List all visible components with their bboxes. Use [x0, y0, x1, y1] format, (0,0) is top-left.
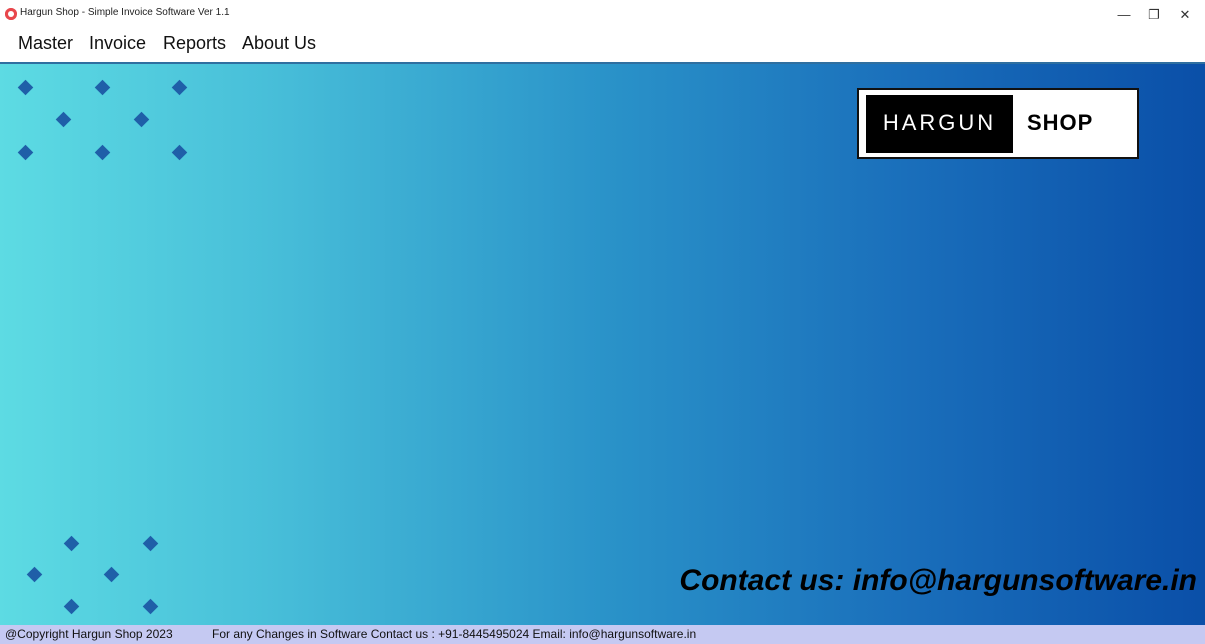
hargun-shop-logo: HARGUN SHOP — [857, 88, 1139, 159]
menu-item-invoice[interactable]: Invoice — [89, 33, 146, 54]
decorative-diamond — [171, 79, 188, 96]
status-contact-info: For any Changes in Software Contact us :… — [212, 627, 697, 641]
logo-text-shop: SHOP — [1027, 110, 1094, 135]
menu-bar: Master Invoice Reports About Us — [0, 30, 1205, 61]
status-bar: @Copyright Hargun Shop 2023 For any Chan… — [0, 625, 1205, 644]
window-title: Hargun Shop - Simple Invoice Software Ve… — [20, 7, 230, 18]
decorative-diamond — [94, 144, 111, 161]
decorative-diamond — [94, 79, 111, 96]
decorative-diamond — [55, 111, 72, 128]
decorative-diamond — [17, 79, 34, 96]
main-background-panel: HARGUN SHOP Contact us: info@hargunsoftw… — [0, 62, 1205, 625]
logo-dark-block: HARGUN — [866, 95, 1013, 153]
menu-item-about-us[interactable]: About Us — [242, 33, 316, 54]
restore-button[interactable]: ❐ — [1140, 4, 1168, 26]
menu-item-reports[interactable]: Reports — [163, 33, 226, 54]
decorative-diamond — [63, 535, 80, 552]
decorative-diamond — [133, 111, 150, 128]
decorative-diamond — [171, 144, 188, 161]
decorative-diamond — [17, 144, 34, 161]
menu-item-master[interactable]: Master — [18, 33, 73, 54]
decorative-diamond — [142, 535, 159, 552]
close-button[interactable]: ✕ — [1171, 4, 1199, 26]
decorative-diamond — [63, 598, 80, 615]
status-copyright: @Copyright Hargun Shop 2023 — [5, 627, 173, 641]
logo-text-hargun: HARGUN — [882, 110, 997, 135]
decorative-diamond — [103, 566, 120, 583]
decorative-diamond — [142, 598, 159, 615]
contact-banner: Contact us: info@hargunsoftware.in — [679, 564, 1197, 597]
minimize-button[interactable]: — — [1110, 4, 1138, 26]
app-icon — [5, 8, 17, 20]
title-bar: Hargun Shop - Simple Invoice Software Ve… — [0, 0, 1205, 30]
decorative-diamond — [26, 566, 43, 583]
